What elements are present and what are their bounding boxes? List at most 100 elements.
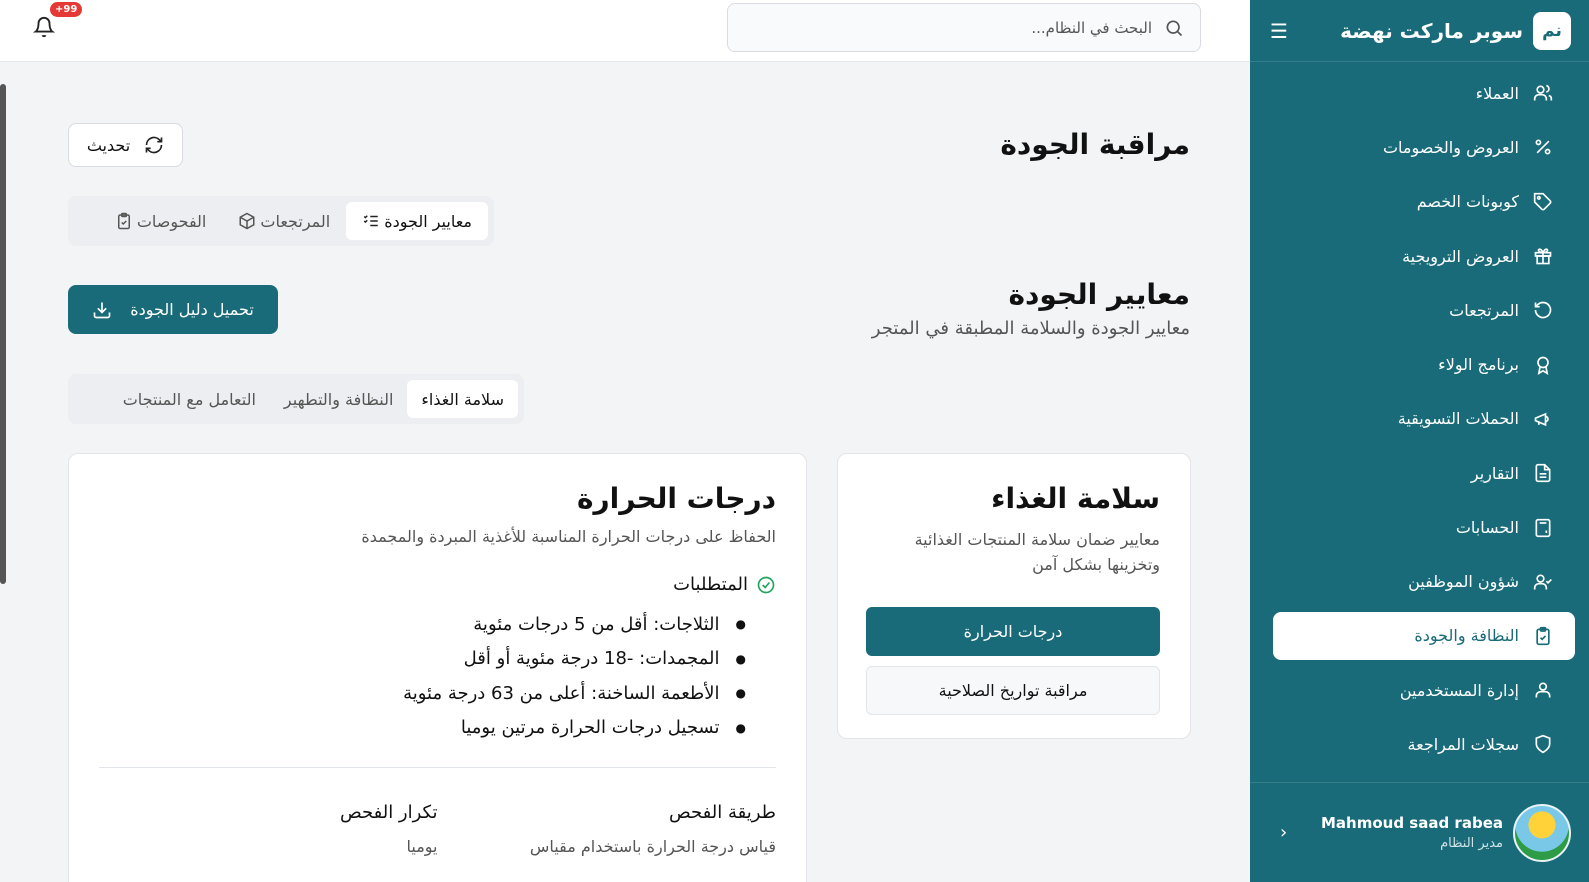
store-title: سوبر ماركت نهضة (1340, 18, 1523, 43)
download-guide-button[interactable]: تحميل دليل الجودة (68, 285, 278, 334)
detail-subtitle: الحفاظ على درجات الحرارة المناسبة للأغذي… (361, 527, 776, 546)
user-check-icon (1533, 574, 1552, 590)
category-card: سلامة الغذاء معايير ضمان سلامة المنتجات … (837, 453, 1191, 739)
sidebar-item-customers[interactable]: العملاء (1273, 66, 1575, 120)
section-title: معايير الجودة (1008, 278, 1190, 311)
method-label: طريقة الفحص (668, 802, 776, 823)
avatar (1513, 803, 1571, 862)
sidebar: نم سوبر ماركت نهضة ☰ العملاء العروض والخ… (1250, 0, 1589, 882)
requirements-list: الثلاجات: أقل من 5 درجات مئوية المجمدات:… (99, 607, 776, 745)
sidebar-item-label: سجلات المراجعة (1407, 734, 1519, 754)
frequency-label: تكرار الفحص (339, 802, 438, 823)
user-profile[interactable]: Mahmoud saad rabea مدير النظام ‹ (1250, 782, 1589, 882)
sidebar-item-label: المرتجعات (1449, 300, 1519, 320)
refresh-button[interactable]: تحديث (68, 123, 183, 167)
gift-icon (1534, 248, 1552, 265)
tab-quality-standards[interactable]: معايير الجودة (346, 202, 488, 240)
sidebar-item-label: الحسابات (1455, 518, 1519, 538)
tab-returns[interactable]: المرتجعات (222, 202, 346, 240)
subtab-product-handling[interactable]: التعامل مع المنتجات (109, 380, 270, 418)
expiry-monitoring-button[interactable]: مراقبة تواريخ الصلاحية (866, 666, 1160, 715)
clipboard-check-icon (1536, 626, 1550, 646)
undo-icon (1534, 302, 1552, 319)
sidebar-item-returns[interactable]: المرتجعات (1273, 283, 1575, 337)
section-subtitle: معايير الجودة والسلامة المطبقة في المتجر (871, 318, 1190, 339)
award-icon (1537, 356, 1549, 375)
sidebar-item-offers[interactable]: العروض والخصومات (1273, 120, 1575, 174)
sidebar-item-label: كوبونات الخصم (1416, 192, 1519, 212)
sidebar-item-label: الحملات التسويقية (1397, 409, 1519, 429)
tag-icon (1533, 192, 1552, 211)
temperature-button[interactable]: درجات الحرارة (866, 607, 1160, 656)
sidebar-item-promotions[interactable]: العروض الترويجية (1273, 229, 1575, 283)
search-box[interactable] (727, 3, 1201, 52)
category-title: سلامة الغذاء (991, 482, 1160, 515)
sidebar-item-audit-logs[interactable]: سجلات المراجعة (1273, 717, 1575, 771)
tab-inspections[interactable]: الفحوصات (99, 202, 223, 240)
sidebar-item-label: التقارير (1470, 463, 1519, 483)
tab-label: معايير الجودة (384, 211, 472, 231)
list-item: الأطعمة الساخنة: أعلى من 63 درجة مئوية (99, 676, 746, 711)
detail-card: درجات الحرارة الحفاظ على درجات الحرارة ا… (68, 453, 807, 882)
tab-label: المرتجعات (260, 211, 331, 231)
check-circle-icon (757, 576, 775, 593)
package-icon (239, 212, 255, 230)
list-check-icon (363, 215, 378, 227)
requirements-label: المتطلبات (673, 574, 748, 595)
frequency-col: تكرار الفحص يوميا (99, 802, 438, 856)
sidebar-item-hr[interactable]: شؤون الموظفين (1273, 555, 1575, 609)
download-label: تحميل دليل الجودة (130, 300, 254, 319)
file-text-icon (1535, 464, 1551, 483)
bell-icon[interactable] (33, 16, 55, 38)
user-info: Mahmoud saad rabea مدير النظام (1287, 814, 1503, 851)
sidebar-item-quality[interactable]: النظافة والجودة (1273, 611, 1575, 660)
sidebar-nav: العملاء العروض والخصومات كوبونات الخصم ا… (1250, 62, 1589, 772)
divider (99, 767, 776, 768)
chevron-left-icon[interactable]: ‹ (1280, 822, 1287, 843)
clipboard-check-icon (117, 212, 130, 230)
list-item: المجمدات: -18 درجة مئوية أو أقل (99, 642, 746, 677)
frequency-value: يوميا (406, 837, 438, 856)
sidebar-item-campaigns[interactable]: الحملات التسويقية (1273, 392, 1575, 446)
menu-icon[interactable]: ☰ (1270, 19, 1288, 43)
sidebar-item-label: برنامج الولاء (1438, 355, 1519, 375)
list-item: تسجيل درجات الحرارة مرتين يوميا (99, 711, 746, 746)
top-bar: +99 (0, 0, 1250, 62)
main-content: مراقبة الجودة تحديث معايير الجودة المرتج… (0, 62, 1250, 882)
page-title: مراقبة الجودة (1000, 128, 1190, 161)
user-name: Mahmoud saad rabea (1321, 814, 1503, 832)
sidebar-item-label: العروض والخصومات (1382, 137, 1519, 157)
sidebar-item-label: شؤون الموظفين (1408, 572, 1519, 592)
refresh-label: تحديث (86, 135, 131, 155)
detail-title: درجات الحرارة (576, 482, 776, 515)
search-input[interactable] (752, 18, 1152, 37)
sidebar-item-accounts[interactable]: الحسابات (1273, 500, 1575, 554)
megaphone-icon (1534, 412, 1549, 427)
users-icon (1533, 84, 1553, 101)
store-logo: نم (1533, 11, 1571, 50)
subtab-cleaning[interactable]: النظافة والتطهير (270, 380, 408, 418)
requirements-heading: المتطلبات (99, 574, 776, 595)
method-value: قياس درجة الحرارة باستخدام مقياس (529, 837, 776, 856)
sidebar-item-users[interactable]: إدارة المستخدمين (1273, 663, 1575, 717)
inspection-meta: طريقة الفحص قياس درجة الحرارة باستخدام م… (99, 802, 776, 856)
standards-subtabs: سلامة الغذاء النظافة والتطهير التعامل مع… (68, 374, 524, 424)
sidebar-item-reports[interactable]: التقارير (1273, 446, 1575, 500)
download-icon (93, 302, 111, 318)
sidebar-item-label: النظافة والجودة (1414, 626, 1519, 646)
refresh-icon (145, 136, 163, 154)
sidebar-item-label: إدارة المستخدمين (1399, 680, 1519, 700)
method-col: طريقة الفحص قياس درجة الحرارة باستخدام م… (438, 802, 776, 856)
subtab-food-safety[interactable]: سلامة الغذاء (407, 380, 518, 418)
category-description: معايير ضمان سلامة المنتجات الغذائية وتخز… (914, 530, 1160, 574)
list-item: الثلاجات: أقل من 5 درجات مئوية (99, 607, 746, 642)
sidebar-item-label: العملاء (1475, 83, 1519, 103)
main-tabs: معايير الجودة المرتجعات الفحوصات (68, 196, 494, 246)
sidebar-item-coupons[interactable]: كوبونات الخصم (1273, 175, 1575, 229)
sidebar-header: نم سوبر ماركت نهضة ☰ (1250, 0, 1589, 62)
sidebar-item-label: العروض الترويجية (1402, 246, 1519, 266)
sidebar-item-loyalty[interactable]: برنامج الولاء (1273, 337, 1575, 391)
notification-badge: +99 (50, 2, 83, 17)
tab-label: الفحوصات (136, 211, 207, 231)
user-icon (1535, 682, 1551, 698)
